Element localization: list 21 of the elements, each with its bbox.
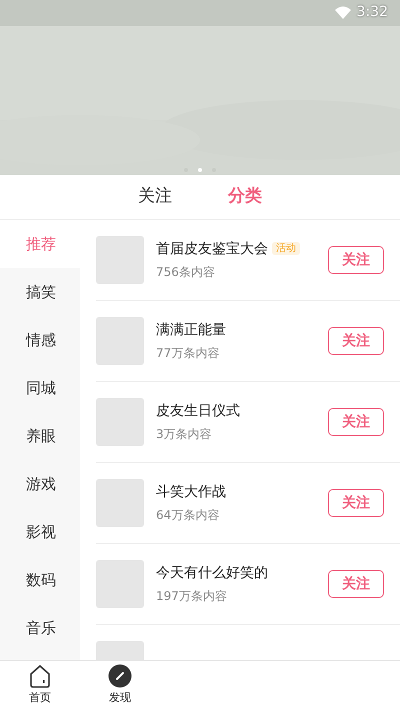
- thumbnail: [96, 479, 144, 527]
- content-count: 77万条内容: [156, 345, 220, 362]
- clock: 3:32: [356, 2, 388, 22]
- thumbnail: [96, 398, 144, 446]
- content-count: 64万条内容: [156, 507, 220, 524]
- wifi-icon: [334, 6, 351, 18]
- home-icon: [28, 664, 52, 688]
- tab[interactable]: 关注: [130, 184, 180, 210]
- topic-title: 满满正能量: [156, 322, 226, 338]
- content-count: 3万条内容: [156, 426, 213, 443]
- topic-title: 斗笑大作战: [156, 484, 226, 500]
- topic-title: 首届皮友鉴宝大会: [156, 241, 268, 257]
- thumbnail: [96, 560, 144, 608]
- topic-title: 皮友生日仪式: [156, 403, 240, 419]
- content-count: 197万条内容: [156, 588, 228, 605]
- compass-icon: [108, 664, 132, 688]
- content-count: 756条内容: [156, 264, 216, 281]
- thumbnail: [96, 236, 144, 284]
- tag: 活动: [272, 242, 300, 255]
- topic-title: 今天有什么好笑的: [156, 565, 268, 581]
- thumbnail: [96, 317, 144, 365]
